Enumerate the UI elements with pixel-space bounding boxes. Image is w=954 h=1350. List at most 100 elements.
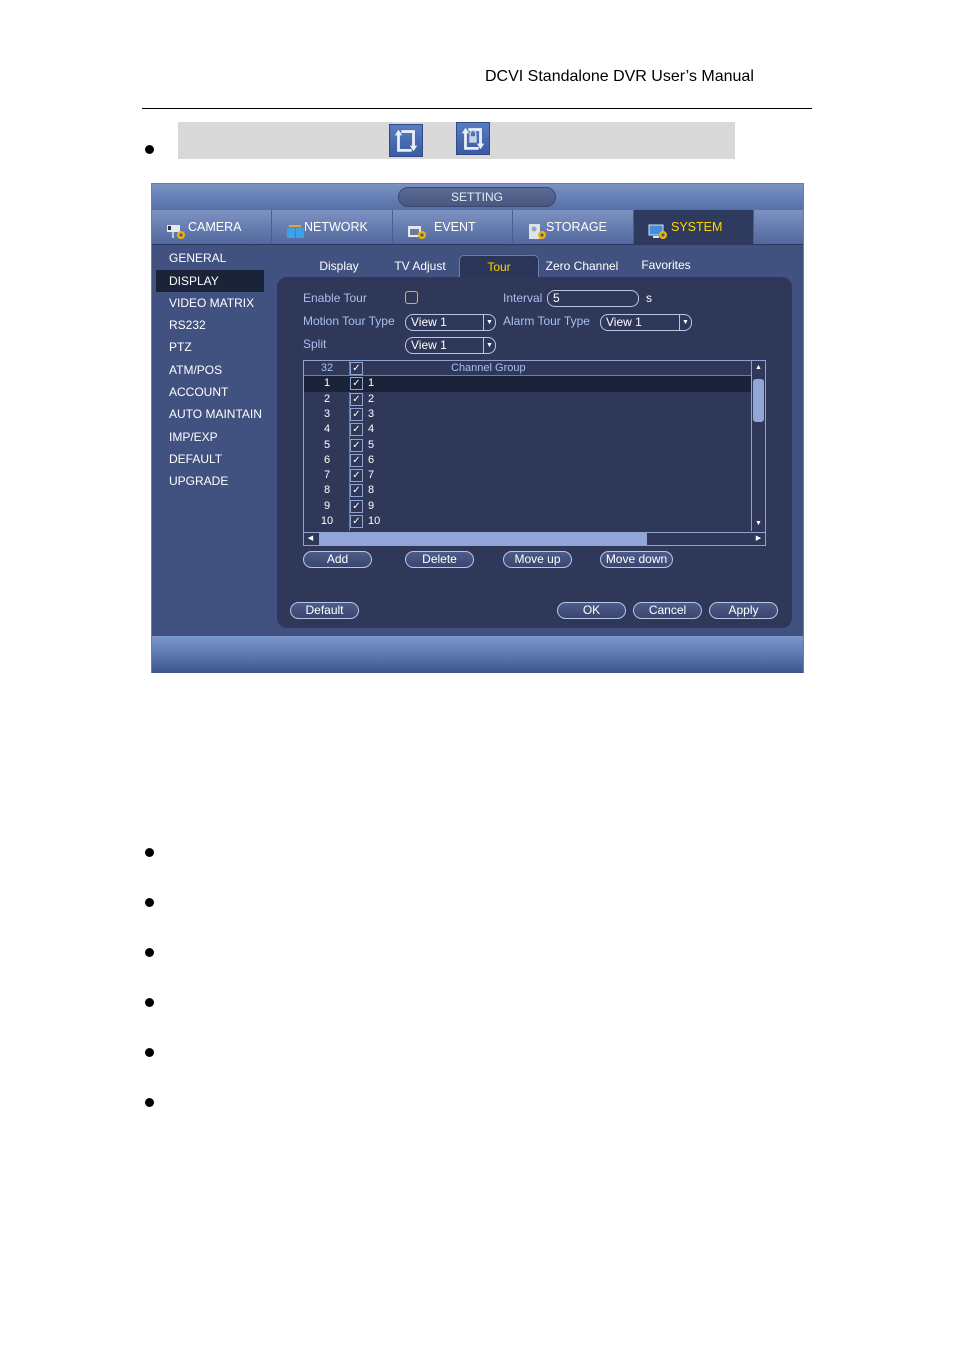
row-checkbox[interactable]: ✓: [350, 407, 363, 421]
sidebar-item-rs232[interactable]: RS232: [156, 314, 264, 336]
tab-camera[interactable]: CAMERA: [152, 210, 272, 244]
row-checkbox[interactable]: ✓: [350, 469, 363, 483]
bullet: [145, 1098, 154, 1107]
row-checkbox[interactable]: ✓: [350, 377, 363, 391]
row-channel-group: 6: [368, 453, 375, 466]
vertical-scrollbar[interactable]: ▲ ▼: [751, 361, 765, 531]
tour-lock-icon: [456, 122, 490, 155]
sidebar-item-general[interactable]: GENERAL: [156, 247, 264, 269]
window-footer: [152, 636, 803, 673]
tour-icon: [389, 124, 423, 157]
network-settings-icon: [286, 219, 306, 238]
apply-button[interactable]: Apply: [709, 602, 778, 619]
row-checkbox[interactable]: ✓: [350, 392, 363, 406]
sidebar-item-auto-maintain[interactable]: AUTO MAINTAIN: [156, 403, 264, 425]
vertical-scroll-thumb[interactable]: [753, 379, 764, 422]
row-channel-group: 10: [368, 515, 381, 527]
sidebar-item-atm-pos[interactable]: ATM/POS: [156, 359, 264, 381]
storage-settings-icon: [527, 219, 547, 239]
row-channel-group: 3: [368, 407, 375, 420]
scroll-left-arrow-icon[interactable]: ◀: [304, 532, 317, 545]
table-row[interactable]: 6 ✓ 6: [304, 453, 751, 468]
row-number: 9: [323, 499, 331, 512]
alarm-tour-type-label: Alarm Tour Type: [503, 314, 590, 328]
row-number: 1: [323, 377, 331, 390]
sidebar-item-default[interactable]: DEFAULT: [156, 448, 264, 470]
interval-input[interactable]: 5: [547, 290, 639, 307]
cancel-button[interactable]: Cancel: [633, 602, 702, 619]
bullet: [145, 1048, 154, 1057]
tab-event[interactable]: EVENT: [393, 210, 513, 244]
sidebar-item-ptz[interactable]: PTZ: [156, 336, 264, 358]
document-header-title: DCVI Standalone DVR User’s Manual: [485, 68, 754, 85]
enable-tour-label: Enable Tour: [303, 291, 367, 305]
add-button[interactable]: Add: [303, 551, 372, 568]
interval-label: Interval: [503, 291, 543, 305]
table-row[interactable]: 1 ✓ 1: [304, 376, 751, 392]
table-row[interactable]: 10 ✓ 10: [304, 514, 751, 529]
enable-tour-checkbox[interactable]: [405, 291, 418, 304]
row-checkbox[interactable]: ✓: [350, 453, 363, 467]
motion-tour-type-select[interactable]: View 1 ▼: [405, 314, 496, 331]
horizontal-scrollbar[interactable]: ◀ ▶: [304, 532, 765, 545]
move-up-button[interactable]: Move up: [503, 551, 572, 568]
sidebar-item-account[interactable]: ACCOUNT: [156, 381, 264, 403]
camera-settings-icon: [166, 219, 186, 239]
horizontal-scroll-thumb[interactable]: [319, 533, 647, 545]
row-channel-group: 7: [368, 469, 375, 482]
default-button[interactable]: Default: [290, 602, 359, 619]
alarm-tour-type-select[interactable]: View 1 ▼: [600, 314, 692, 331]
row-number: 3: [323, 407, 331, 420]
sidebar-item-imp-exp[interactable]: IMP/EXP: [156, 426, 264, 448]
tab-network[interactable]: NETWORK: [272, 210, 393, 244]
subtab-favorites[interactable]: Favorites: [633, 254, 699, 276]
row-checkbox[interactable]: ✓: [350, 499, 363, 513]
table-row[interactable]: 8 ✓ 8: [304, 483, 751, 498]
bullet: [145, 145, 154, 154]
header-rule: [142, 108, 812, 109]
table-row[interactable]: 2 ✓ 2: [304, 392, 751, 407]
row-number: 5: [323, 438, 331, 451]
interval-unit: s: [646, 291, 652, 305]
scroll-down-arrow-icon[interactable]: ▼: [752, 517, 765, 530]
sidebar-item-video-matrix[interactable]: VIDEO MATRIX: [156, 292, 264, 314]
table-row[interactable]: 9 ✓ 9: [304, 499, 751, 514]
sidebar-item-display[interactable]: DISPLAY: [156, 270, 264, 292]
tab-storage[interactable]: STORAGE: [513, 210, 634, 244]
chevron-down-icon: ▼: [483, 338, 495, 353]
tab-system[interactable]: SYSTEM: [634, 210, 754, 244]
scroll-up-arrow-icon[interactable]: ▲: [752, 361, 765, 374]
event-settings-icon: [407, 219, 427, 239]
main-tab-bar: CAMERA NETWORK EVENT STORAGE SYSTEM: [152, 210, 803, 245]
subtab-tv-adjust[interactable]: TV Adjust: [387, 255, 453, 277]
delete-button[interactable]: Delete: [405, 551, 474, 568]
row-channel-group: 2: [368, 392, 375, 405]
table-row[interactable]: 5 ✓ 5: [304, 438, 751, 453]
ok-button[interactable]: OK: [557, 602, 626, 619]
header-count: 32: [320, 362, 334, 374]
row-channel-group: 9: [368, 499, 375, 512]
row-channel-group: 4: [368, 423, 375, 436]
row-checkbox[interactable]: ✓: [350, 515, 363, 528]
row-checkbox[interactable]: ✓: [350, 484, 363, 498]
system-settings-icon: [648, 219, 668, 239]
bullet: [145, 948, 154, 957]
subtab-tour[interactable]: Tour: [459, 255, 539, 277]
subtab-display[interactable]: Display: [308, 255, 370, 277]
move-down-button[interactable]: Move down: [600, 551, 673, 568]
sidebar-item-upgrade[interactable]: UPGRADE: [156, 470, 264, 492]
row-checkbox[interactable]: ✓: [350, 423, 363, 437]
window-title: SETTING: [398, 187, 556, 207]
row-number: 8: [323, 484, 331, 497]
select-all-checkbox[interactable]: ✓: [350, 362, 363, 375]
table-row[interactable]: 3 ✓ 3: [304, 407, 751, 422]
chevron-down-icon: ▼: [679, 315, 691, 330]
split-select[interactable]: View 1 ▼: [405, 337, 496, 354]
table-row[interactable]: 4 ✓ 4: [304, 422, 751, 437]
row-channel-group: 5: [368, 438, 375, 451]
dvr-settings-window: SETTING CAMERA NETWORK EVENT STORAGE SYS…: [151, 183, 804, 673]
row-checkbox[interactable]: ✓: [350, 438, 363, 452]
scroll-right-arrow-icon[interactable]: ▶: [752, 532, 765, 545]
table-row[interactable]: 7 ✓ 7: [304, 468, 751, 483]
subtab-zero-channel[interactable]: Zero Channel: [541, 255, 623, 277]
